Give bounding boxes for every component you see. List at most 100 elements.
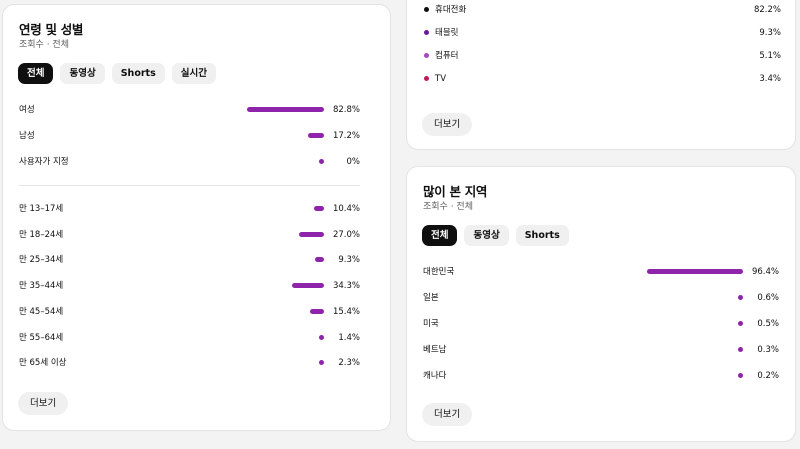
list-item: 만 45–54세 15.4%	[19, 305, 360, 319]
row-label: 만 55–64세	[19, 332, 64, 343]
legend-dot-icon	[424, 7, 429, 12]
row-percentage: 2.3%	[338, 358, 360, 369]
row-label: 대한민국	[423, 267, 455, 277]
age-gender-card: 연령 및 성별 조회수 · 전체 전체 동영상 Shorts 실시간 여성 82.…	[2, 4, 391, 431]
row-percentage: 9.3%	[759, 28, 781, 38]
percentage-bar	[292, 283, 324, 289]
chip-live[interactable]: 실시간	[171, 63, 216, 84]
percentage-bar	[319, 360, 324, 366]
percentage-bar	[738, 295, 743, 300]
list-item: 태블릿 9.3%	[424, 26, 781, 40]
chip-shorts[interactable]: Shorts	[111, 63, 165, 84]
percentage-bar	[738, 321, 743, 326]
row-percentage: 1.4%	[338, 332, 360, 343]
percentage-bar	[319, 334, 324, 340]
percentage-bar	[298, 231, 324, 237]
legend-dot-icon	[424, 76, 429, 81]
list-item: TV 3.4%	[424, 72, 781, 86]
row-percentage: 82.8%	[332, 105, 360, 115]
row-percentage: 10.4%	[332, 204, 360, 214]
percentage-bar	[314, 206, 324, 211]
list-item: 휴대전화 82.2%	[424, 3, 781, 17]
gender-list: 여성 82.8% 남성 17.2% 사용자가 지정 0%	[19, 103, 360, 173]
list-item: 베트남 0.3%	[423, 343, 779, 357]
row-label: 일본	[423, 293, 439, 303]
row-label: TV	[435, 74, 447, 84]
list-item: 일본 0.6%	[423, 291, 779, 305]
divider	[19, 185, 360, 186]
chip-videos[interactable]: 동영상	[60, 63, 105, 84]
chip-all[interactable]: 전체	[18, 63, 54, 84]
list-item: 만 35–44세 34.3%	[19, 279, 360, 293]
percentage-bar	[315, 257, 324, 263]
list-item: 만 55–64세 1.4%	[19, 331, 360, 345]
row-label: 만 13–17세	[19, 204, 64, 214]
row-percentage: 0.6%	[757, 293, 779, 303]
row-percentage: 5.1%	[759, 51, 781, 61]
percentage-bar	[738, 347, 743, 352]
row-label: 미국	[423, 319, 439, 329]
top-regions-card: 많이 본 지역 조회수 · 전체 전체 동영상 Shorts 대한민국 96.4%…	[406, 166, 796, 442]
list-item: 사용자가 지정 0%	[19, 155, 360, 169]
percentage-bar	[309, 308, 324, 314]
row-percentage: 3.4%	[759, 74, 781, 84]
list-item: 대한민국 96.4%	[423, 265, 779, 279]
percentage-bar	[308, 133, 324, 138]
filter-chips: 전체 동영상 Shorts 실시간	[18, 63, 216, 84]
row-label: 휴대전화	[435, 5, 467, 15]
more-button[interactable]: 더보기	[18, 392, 69, 415]
row-percentage: 0.5%	[757, 319, 779, 329]
more-button[interactable]: 더보기	[422, 113, 473, 136]
list-item: 만 65세 이상 2.3%	[19, 356, 360, 370]
card-subtitle: 조회수 · 전체	[19, 40, 69, 50]
row-label: 만 65세 이상	[19, 358, 67, 369]
row-label: 컴퓨터	[435, 51, 459, 61]
legend-dot-icon	[424, 30, 429, 35]
list-item: 만 18–24세 27.0%	[19, 228, 360, 242]
row-label: 만 25–34세	[19, 255, 64, 266]
list-item: 만 25–34세 9.3%	[19, 253, 360, 267]
card-title: 연령 및 성별	[19, 22, 84, 37]
device-list: 휴대전화 82.2% 태블릿 9.3% 컴퓨터 5.1% TV 3.4%	[424, 3, 781, 93]
list-item: 캐나다 0.2%	[423, 369, 779, 383]
legend-dot-icon	[424, 53, 429, 58]
row-label: 태블릿	[435, 28, 459, 38]
list-item: 만 13–17세 10.4%	[19, 202, 360, 216]
device-type-card: 휴대전화 82.2% 태블릿 9.3% 컴퓨터 5.1% TV 3.4% 더보기	[406, 0, 796, 150]
more-button[interactable]: 더보기	[422, 403, 473, 426]
row-percentage: 0.2%	[757, 371, 779, 381]
row-percentage: 9.3%	[338, 255, 360, 266]
row-label: 여성	[19, 105, 35, 115]
list-item: 컴퓨터 5.1%	[424, 49, 781, 63]
row-label: 만 35–44세	[19, 281, 64, 292]
percentage-bar	[646, 269, 743, 274]
row-percentage: 0.3%	[757, 345, 779, 355]
row-label: 사용자가 지정	[19, 157, 69, 167]
age-list: 만 13–17세 10.4% 만 18–24세 27.0% 만 25–34세 9.3% 만 …	[19, 202, 360, 372]
region-list: 대한민국 96.4% 일본 0.6% 미국 0.5% 베트남 0.3% 캐나다 0.2%	[423, 265, 779, 385]
row-label: 남성	[19, 131, 35, 141]
chip-shorts[interactable]: Shorts	[515, 225, 569, 246]
row-percentage: 34.3%	[332, 281, 360, 292]
row-percentage: 96.4%	[751, 267, 779, 277]
filter-chips: 전체 동영상 Shorts	[422, 225, 569, 246]
row-percentage: 15.4%	[332, 306, 360, 317]
row-label: 베트남	[423, 345, 447, 355]
row-percentage: 17.2%	[332, 131, 360, 141]
list-item: 남성 17.2%	[19, 129, 360, 143]
list-item: 미국 0.5%	[423, 317, 779, 331]
row-percentage: 0%	[346, 157, 361, 167]
card-subtitle: 조회수 · 전체	[423, 202, 473, 212]
card-title: 많이 본 지역	[423, 184, 488, 199]
percentage-bar	[319, 159, 324, 164]
list-item: 여성 82.8%	[19, 103, 360, 117]
percentage-bar	[738, 373, 743, 378]
chip-all[interactable]: 전체	[422, 225, 458, 246]
row-label: 만 45–54세	[19, 306, 64, 317]
row-label: 만 18–24세	[19, 229, 64, 240]
row-percentage: 82.2%	[753, 5, 781, 15]
percentage-bar	[247, 107, 324, 112]
chip-videos[interactable]: 동영상	[464, 225, 509, 246]
row-percentage: 27.0%	[332, 229, 360, 240]
row-label: 캐나다	[423, 371, 447, 381]
